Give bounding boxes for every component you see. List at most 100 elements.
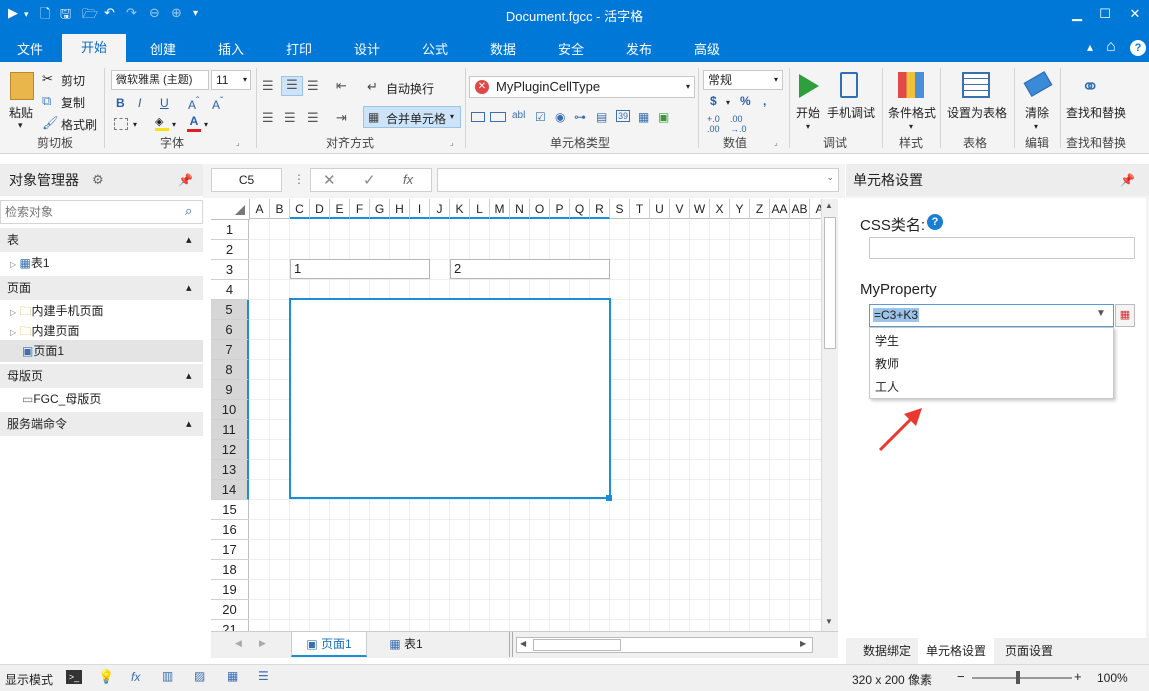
align-left-icon[interactable]: ☰ [262,110,274,126]
zoom-out-icon[interactable]: − [957,669,965,684]
column-header[interactable]: C [290,199,310,219]
row-header[interactable]: 2 [211,240,249,260]
css-class-input[interactable] [869,237,1135,259]
vertical-scrollbar[interactable]: ▲ ▼ [821,199,838,631]
object-search-input[interactable] [5,203,175,221]
row-header[interactable]: 18 [211,560,249,580]
collapse-icon[interactable]: ▴ [186,412,192,436]
cell-type-select[interactable]: ✕ MyPluginCellType ▾ [469,76,695,98]
section-tables[interactable]: 表 ▴ [0,228,203,252]
radio-celltype-icon[interactable]: ◉ [555,110,565,124]
column-header[interactable]: X [710,199,730,219]
textbox-celltype-icon[interactable] [471,112,485,122]
terminal-icon[interactable]: >_ [66,670,82,684]
row-header[interactable]: 11 [211,420,249,440]
number-format-select[interactable]: 常规 ▾ [703,70,783,90]
row-header[interactable]: 1 [211,220,249,240]
column-header[interactable]: M [490,199,510,219]
align-right-icon[interactable]: ☰ [307,110,319,126]
increase-decimal-icon[interactable]: +.0.00 [707,114,720,134]
decrease-decimal-icon[interactable]: .00 →.0 [730,114,747,134]
expand-formula-icon[interactable]: ⌄ [826,172,834,183]
row-header[interactable]: 21 [211,620,249,631]
column-header[interactable]: A [250,199,270,219]
grow-font-icon[interactable]: Aˆ [188,96,199,112]
tab-file[interactable]: 文件 [8,36,52,64]
prev-sheet-icon[interactable]: ◀ [235,638,242,649]
section-masters[interactable]: 母版页 ▴ [0,364,203,388]
scroll-left-icon[interactable]: ◀ [520,639,526,648]
align-top-icon[interactable]: ☰ [262,78,274,94]
dropdown-option-teacher[interactable]: 教师 [875,355,899,372]
row-header[interactable]: 14 [211,480,249,500]
expand-icon[interactable]: ▷ [10,328,16,337]
font-color-dropdown-icon[interactable]: ▾ [204,120,208,129]
vertical-scroll-thumb[interactable] [824,217,836,349]
fill-color-icon[interactable]: ◈ [155,115,169,131]
cell-reference-box[interactable]: C5 [211,168,282,192]
tree-item-mobile-page[interactable]: ▷ 🗀内建手机页面 [10,301,104,323]
row-header[interactable]: 10 [211,400,249,420]
tab-print[interactable]: 打印 [276,36,322,64]
format-painter-icon[interactable]: 🖌 [42,115,59,131]
column-header[interactable]: V [670,199,690,219]
copy-button[interactable]: 复制 [61,94,85,111]
row-header[interactable]: 19 [211,580,249,600]
conditional-format-dropdown-icon[interactable]: ▾ [909,122,913,131]
gear-icon[interactable]: ⚙ [92,164,104,196]
column-header[interactable]: K [450,199,470,219]
minimize-button[interactable]: ▁ [1063,3,1091,25]
wrap-text-icon[interactable]: ↵ [367,79,378,95]
sheet-tab-table1[interactable]: ▦ 表1 [371,632,441,657]
horizontal-scroll-thumb[interactable] [533,639,621,651]
object-search-box[interactable]: ⌕ [0,200,203,224]
tab-splitter[interactable] [509,632,513,657]
merge-cells-button[interactable]: ▦ 合并单元格 ▾ [363,106,461,128]
component-icon[interactable]: ▨ [194,669,205,683]
tab-home[interactable]: 开始 [62,34,126,62]
row-header[interactable]: 9 [211,380,249,400]
column-header[interactable]: P [550,199,570,219]
search-icon[interactable]: ⌕ [185,203,192,219]
column-header[interactable]: W [690,199,710,219]
alignment-dialog-launcher-icon[interactable]: ⌟ [450,138,454,147]
number-dialog-launcher-icon[interactable]: ⌟ [774,138,778,147]
clear-dropdown-icon[interactable]: ▾ [1034,122,1038,131]
fill-dropdown-icon[interactable]: ▾ [172,120,176,129]
currency-dropdown-icon[interactable]: ▾ [726,98,730,107]
my-property-dropdown-icon[interactable]: ▼ [1096,308,1106,319]
zoom-slider-track[interactable] [972,677,1072,679]
home-icon[interactable]: ⌂ [1106,38,1116,56]
scroll-up-icon[interactable]: ▲ [825,201,833,210]
comma-icon[interactable]: , [763,94,766,108]
indent-increase-icon[interactable]: ⇥ [336,110,347,126]
column-header[interactable]: J [430,199,450,219]
format-painter-button[interactable]: 格式刷 [61,116,97,133]
scroll-right-icon[interactable]: ▶ [800,639,806,648]
binoculars-icon[interactable]: ⚭ [1081,74,1099,100]
column-header[interactable]: L [470,199,490,219]
wrap-text-button[interactable]: 自动换行 [386,80,434,97]
tab-formula[interactable]: 公式 [412,36,458,64]
set-as-table-button[interactable]: 设置为表格 [947,104,1007,121]
indent-decrease-icon[interactable]: ⇤ [336,78,347,94]
row-header[interactable]: 12 [211,440,249,460]
cancel-formula-icon[interactable]: ✕ [323,171,336,189]
dropdown-option-student[interactable]: 学生 [875,332,899,349]
column-header[interactable]: Z [750,199,770,219]
column-header[interactable]: S [610,199,630,219]
set-table-icon[interactable] [962,72,990,98]
paste-icon[interactable] [10,72,34,100]
shrink-font-icon[interactable]: Aˇ [212,96,223,112]
column-header[interactable]: AA [770,199,790,219]
fill-handle[interactable] [606,495,612,501]
maximize-button[interactable]: ☐ [1091,3,1119,25]
underline-icon[interactable]: U [160,96,169,110]
tree-item-page1[interactable]: ▣页面1 [22,341,64,361]
expand-icon[interactable]: ▷ [10,260,16,269]
border-dropdown-icon[interactable]: ▾ [133,120,137,129]
cut-button[interactable]: 剪切 [61,72,85,89]
list-icon[interactable]: ☰ [258,669,269,683]
zoom-in-icon[interactable]: + [1074,669,1082,684]
column-header[interactable]: T [630,199,650,219]
